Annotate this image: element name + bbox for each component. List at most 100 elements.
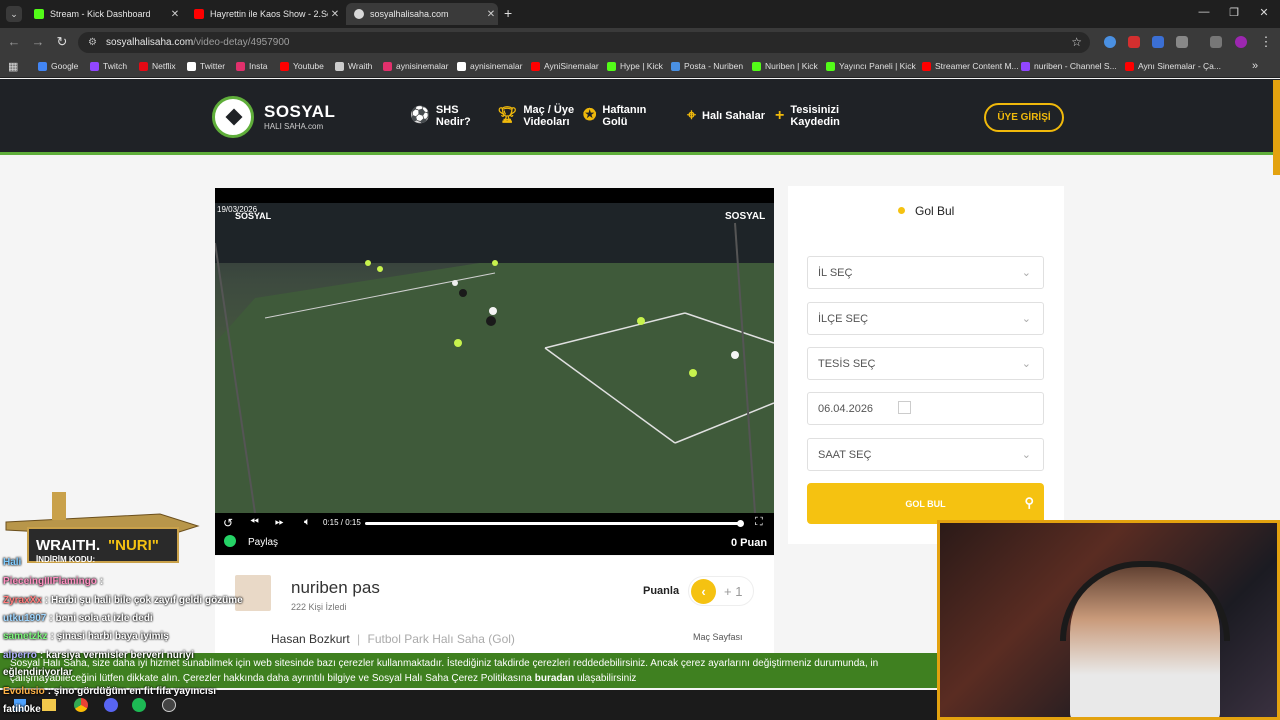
- bookmark-item[interactable]: Posta - Nuriben: [671, 61, 743, 71]
- chat-text: : şinasi harbi baya iyimiş: [50, 631, 169, 642]
- nav-mac-videolari[interactable]: 🏆︎ Maç / Üye Videoları: [497, 104, 574, 128]
- map-pin-icon: ⌖: [687, 107, 697, 124]
- close-icon[interactable]: ✕: [168, 9, 182, 20]
- bookmark-item[interactable]: AyniSinemalar: [531, 61, 599, 71]
- chevron-left-icon[interactable]: ‹: [691, 579, 716, 604]
- points-label: 0 Puan: [731, 537, 768, 549]
- share-link[interactable]: Paylaş: [248, 537, 278, 548]
- bookmark-item[interactable]: Aynı Sinemalar - Ça...: [1125, 61, 1221, 71]
- extension-icon-3[interactable]: [1152, 36, 1164, 48]
- page-scrollbar[interactable]: [1273, 80, 1280, 175]
- nav-haftanin-golu[interactable]: ✪ Haftanın Golü: [583, 104, 646, 128]
- reload-icon[interactable]: ↻: [54, 34, 70, 50]
- calendar-icon[interactable]: [898, 401, 911, 414]
- window-close-icon[interactable]: ✕: [1256, 6, 1272, 19]
- city-select[interactable]: İL SEÇ ⌄: [807, 256, 1044, 289]
- media-control-icon[interactable]: [1210, 36, 1222, 48]
- bookmark-item[interactable]: aynisinemalar: [457, 61, 522, 71]
- search-icon: ⚲: [1024, 495, 1034, 510]
- bookmark-item[interactable]: Streamer Content M...: [922, 61, 1019, 71]
- extension-icon-2[interactable]: [1128, 36, 1140, 48]
- bookmark-item[interactable]: Nuriben | Kick: [752, 61, 818, 71]
- video-frame[interactable]: 19/03/2026 SOSYAL SOSYAL: [215, 203, 774, 513]
- tab-sosyalhalisaha[interactable]: sosyalhalisaha.com ✕: [346, 3, 498, 25]
- bookmark-icon: [187, 61, 196, 71]
- close-icon[interactable]: ✕: [484, 9, 498, 20]
- login-button[interactable]: ÜYE GİRİŞİ: [984, 103, 1064, 132]
- forward-icon[interactable]: →: [30, 34, 46, 49]
- rate-widget[interactable]: ‹ + 1: [688, 576, 754, 606]
- new-tab-button[interactable]: +: [504, 5, 512, 21]
- panel-dot-icon: [898, 207, 905, 214]
- bookmark-item[interactable]: Wraith: [335, 61, 372, 71]
- bookmark-label: Insta: [249, 61, 268, 71]
- nav-label: Nedir?: [435, 116, 471, 128]
- tab-search-icon[interactable]: ⌄: [6, 6, 22, 22]
- find-goal-button[interactable]: GOL BUL ⚲: [807, 483, 1044, 524]
- site-info-icon[interactable]: ⚙: [88, 37, 97, 48]
- url-input[interactable]: ⚙ sosyalhalisaha.com/video-detay/4957900…: [78, 32, 1090, 53]
- bookmark-item[interactable]: Youtube: [280, 61, 324, 71]
- video-player[interactable]: 19/03/2026 SOSYAL SOSYAL ↺ ⏪︎ ⏩︎ 🔈︎ 0:15…: [215, 188, 774, 555]
- chat-username[interactable]: PieceingIIIFlamingo: [3, 576, 97, 587]
- nav-hali-sahalar[interactable]: ⌖ Halı Sahalar: [687, 107, 765, 124]
- bookmark-item[interactable]: Yayıncı Paneli | Kick: [826, 61, 916, 71]
- replay-icon[interactable]: ↺: [223, 516, 233, 530]
- more-bookmarks-icon[interactable]: »: [1252, 60, 1258, 72]
- match-page-link[interactable]: Maç Sayfası: [693, 632, 743, 642]
- player-name-text[interactable]: Hasan Bozkurt: [271, 632, 350, 646]
- fullscreen-icon[interactable]: ⛶: [755, 516, 763, 529]
- tab-kick-dashboard[interactable]: Stream - Kick Dashboard ✕: [26, 3, 182, 25]
- bookmark-item[interactable]: Twitter: [187, 61, 225, 71]
- video-progress-bar[interactable]: [365, 520, 744, 527]
- player-figure: [486, 316, 496, 326]
- view-count: 222 Kişi İzledi: [291, 602, 347, 612]
- minimize-icon[interactable]: —: [1196, 6, 1212, 18]
- chat-username[interactable]: Evolusio: [3, 686, 45, 697]
- bookmark-item[interactable]: Twitch: [90, 61, 127, 71]
- date-value: 06.04.2026: [818, 402, 874, 415]
- nav-tesis-kaydet[interactable]: + Tesisinizi Kaydedin: [775, 104, 840, 128]
- chat-message: PieceingIIIFlamingo:: [3, 576, 103, 587]
- facility-select[interactable]: TESİS SEÇ ⌄: [807, 347, 1044, 380]
- bookmark-item[interactable]: nuriben - Channel S...: [1021, 61, 1117, 71]
- bookmark-item[interactable]: Insta: [236, 61, 267, 71]
- chat-username[interactable]: utku1907: [3, 613, 46, 624]
- profile-avatar-icon[interactable]: [1235, 36, 1247, 48]
- bookmark-item[interactable]: aynisinemalar: [383, 61, 448, 71]
- close-icon[interactable]: ✕: [328, 9, 342, 20]
- nav-shs-nedir[interactable]: ⚽ SHS Nedir?: [410, 104, 471, 128]
- bookmark-label: Aynı Sinemalar - Ça...: [1138, 61, 1221, 71]
- maximize-icon[interactable]: ❐: [1226, 6, 1242, 19]
- hour-select[interactable]: SAAT SEÇ ⌄: [807, 438, 1044, 471]
- browser-menu-icon[interactable]: ⋮: [1258, 34, 1274, 50]
- chat-username[interactable]: sametzkz: [3, 631, 47, 642]
- bookmark-item[interactable]: Netflix: [139, 61, 176, 71]
- extension-icon-1[interactable]: [1104, 36, 1116, 48]
- volume-icon[interactable]: 🔈︎: [304, 516, 311, 529]
- skip-back-icon[interactable]: ⏪︎: [250, 516, 259, 529]
- progress-handle[interactable]: [737, 520, 744, 527]
- extensions-puzzle-icon[interactable]: [1176, 36, 1188, 48]
- tab-youtube[interactable]: Hayrettin ile Kaos Show - 2.Sez ✕: [186, 3, 342, 25]
- district-select[interactable]: İLÇE SEÇ ⌄: [807, 302, 1044, 335]
- bookmark-item[interactable]: Hype | Kick: [607, 61, 663, 71]
- player-figure: [365, 260, 371, 266]
- date-field[interactable]: 06.04.2026: [807, 392, 1044, 425]
- venue-name[interactable]: Futbol Park Halı Saha (Gol): [368, 632, 515, 646]
- chat-username[interactable]: eğlendiriyorlar: [3, 667, 72, 678]
- back-icon[interactable]: ←: [6, 34, 22, 49]
- bookmark-icon: [826, 61, 835, 71]
- site-logo[interactable]: SOSYAL HALI SAHA.com: [212, 96, 335, 140]
- chat-username[interactable]: ZyraxXx: [3, 595, 42, 606]
- bookmark-item[interactable]: Google: [38, 61, 78, 71]
- cookie-policy-link[interactable]: buradan: [535, 673, 574, 684]
- webcam-overlay: [937, 520, 1280, 720]
- whatsapp-icon[interactable]: [224, 535, 236, 547]
- chat-username[interactable]: fatih0ke: [3, 704, 41, 715]
- trophy-icon: 🏆︎: [497, 107, 518, 124]
- skip-forward-icon[interactable]: ⏩︎: [275, 516, 284, 529]
- apps-grid-icon[interactable]: ▦: [8, 60, 18, 73]
- bookmark-star-icon[interactable]: ☆: [1071, 35, 1082, 49]
- chat-username[interactable]: alperro: [3, 650, 37, 661]
